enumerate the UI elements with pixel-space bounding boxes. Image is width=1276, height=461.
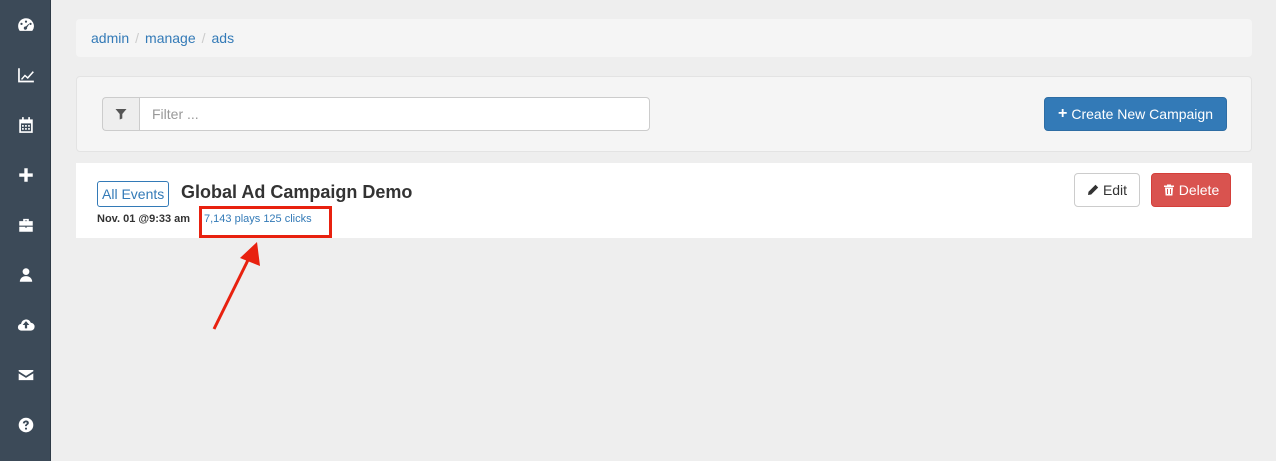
edit-button[interactable]: Edit — [1074, 173, 1140, 207]
breadcrumb-admin[interactable]: admin — [91, 30, 129, 46]
breadcrumb: admin / manage / ads — [76, 19, 1252, 57]
sidebar — [0, 0, 51, 461]
breadcrumb-manage[interactable]: manage — [145, 30, 196, 46]
sidebar-item-dashboard[interactable] — [0, 9, 51, 41]
breadcrumb-separator: / — [135, 30, 140, 46]
question-circle-icon — [18, 417, 33, 433]
filter-input[interactable] — [139, 97, 650, 131]
sidebar-item-calendar[interactable] — [0, 109, 51, 141]
delete-label: Delete — [1178, 182, 1220, 198]
trash-icon — [1163, 184, 1174, 196]
annotation-highlight-box — [199, 206, 332, 238]
edit-label: Edit — [1102, 182, 1128, 198]
events-badge[interactable]: All Events — [97, 181, 170, 207]
breadcrumb-ads[interactable]: ads — [212, 30, 235, 46]
annotation-arrow — [212, 242, 260, 330]
plus-icon: + — [1058, 105, 1068, 122]
breadcrumb-separator: / — [201, 30, 206, 46]
delete-button[interactable]: Delete — [1151, 173, 1231, 207]
campaign-date: Nov. 01 @9:33 am — [97, 213, 191, 225]
create-campaign-button[interactable]: + Create New Campaign — [1044, 97, 1227, 131]
envelope-icon — [18, 369, 33, 381]
campaign-title: Global Ad Campaign Demo — [181, 182, 413, 202]
calendar-icon — [18, 117, 33, 133]
sidebar-item-help[interactable] — [0, 409, 51, 441]
dashboard-icon — [17, 18, 34, 31]
sidebar-item-add[interactable] — [0, 159, 51, 191]
sidebar-item-upload[interactable] — [0, 309, 51, 341]
sidebar-item-analytics[interactable] — [0, 59, 51, 91]
filter-addon — [102, 97, 139, 131]
sidebar-item-user[interactable] — [0, 259, 51, 291]
user-icon — [19, 268, 32, 282]
plus-icon — [18, 168, 33, 182]
filter-icon — [115, 109, 127, 120]
create-campaign-label: Create New Campaign — [1071, 106, 1213, 122]
sidebar-item-briefcase[interactable] — [0, 209, 51, 241]
toolbar-panel: + Create New Campaign — [76, 76, 1252, 152]
sidebar-item-messages[interactable] — [0, 359, 51, 391]
line-chart-icon — [17, 68, 34, 83]
filter-group — [102, 97, 650, 131]
pencil-icon — [1087, 184, 1099, 195]
cloud-upload-icon — [17, 319, 35, 331]
briefcase-icon — [18, 218, 33, 232]
